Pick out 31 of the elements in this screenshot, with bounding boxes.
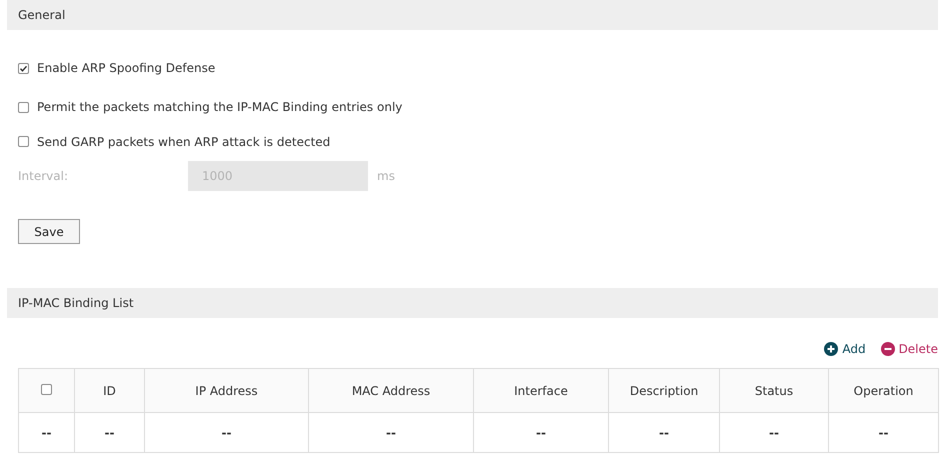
column-header: Description: [630, 384, 698, 398]
section-header: IP-MAC Binding List: [7, 288, 938, 318]
unit-label: ms: [377, 169, 395, 183]
checkbox[interactable]: [18, 62, 29, 74]
checkbox[interactable]: [41, 384, 52, 394]
add-button[interactable]: Add: [824, 342, 866, 356]
column-header: Status: [754, 384, 794, 398]
table-cell: --: [222, 426, 232, 440]
save-button[interactable]: Save: [18, 219, 80, 244]
option-label: Enable ARP Spoofing Defense: [37, 61, 216, 75]
remove-icon: [880, 342, 895, 356]
table-cell: --: [769, 426, 779, 440]
column-header: IP Address: [195, 384, 258, 398]
column-header: Interface: [514, 384, 568, 398]
table-cell: --: [659, 426, 669, 440]
interval-label: Interval:: [18, 169, 69, 183]
table-cell: --: [42, 426, 52, 440]
table-cell: --: [104, 426, 114, 440]
table-cell: --: [536, 426, 546, 440]
checkbox[interactable]: [18, 136, 29, 148]
table-cell: --: [386, 426, 396, 440]
checkbox[interactable]: [18, 102, 29, 113]
option-label: Permit the packets matching the IP-MAC Binding entries only: [37, 100, 402, 114]
add-icon: [824, 342, 838, 356]
column-header: Operation: [854, 384, 914, 398]
delete-button[interactable]: Delete: [880, 342, 938, 356]
table-cell: --: [878, 426, 888, 440]
option-label: Send GARP packets when ARP attack is detected: [37, 134, 330, 149]
column-header: MAC Address: [352, 384, 430, 398]
section-header: General: [7, 0, 938, 30]
column-header: ID: [103, 384, 116, 398]
